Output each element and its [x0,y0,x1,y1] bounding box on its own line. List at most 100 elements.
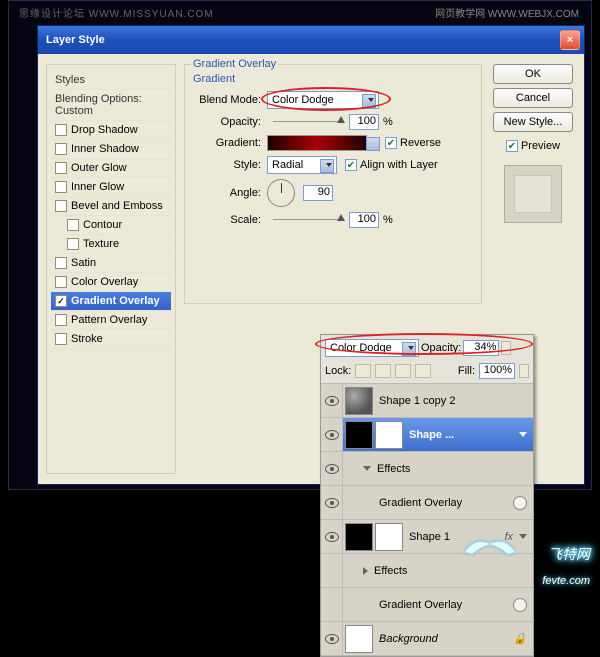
layer-thumb[interactable] [345,625,373,653]
layer-effect-item[interactable]: Gradient Overlay [321,486,533,520]
cancel-button[interactable]: Cancel [493,88,573,108]
checkbox-icon[interactable] [55,181,67,193]
lock-all-icon[interactable] [415,364,431,378]
eye-icon[interactable] [325,634,339,644]
checkbox-icon[interactable] [67,219,79,231]
gradient-sublabel: Gradient [193,73,477,85]
blend-mode-select[interactable]: Color Dodge [267,91,379,109]
checkbox-icon[interactable] [55,333,67,345]
preview-label: Preview [521,140,560,152]
layer-opacity-value[interactable]: 34% [463,340,499,356]
layer-effect-item[interactable]: Gradient Overlay [321,588,533,622]
close-icon[interactable]: × [560,30,580,50]
style-inner-shadow[interactable]: Inner Shadow [51,140,171,159]
checkbox-icon[interactable] [55,124,67,136]
style-inner-glow[interactable]: Inner Glow [51,178,171,197]
style-satin[interactable]: Satin [51,254,171,273]
style-stroke[interactable]: Stroke [51,330,171,349]
lock-position-icon[interactable] [395,364,411,378]
gradient-label: Gradient: [189,137,261,149]
fx-toggle-icon[interactable] [519,534,527,539]
angle-value[interactable]: 90 [303,185,333,201]
checkbox-icon[interactable] [55,200,67,212]
lock-transparency-icon[interactable] [355,364,371,378]
style-drop-shadow[interactable]: Drop Shadow [51,121,171,140]
lock-label: Lock: [325,365,351,377]
align-label: Align with Layer [360,159,438,171]
opacity-flyout-icon[interactable] [501,341,511,355]
eye-icon[interactable] [325,396,339,406]
checkbox-icon[interactable] [55,276,67,288]
styles-header[interactable]: Styles [51,71,171,90]
layer-thumb[interactable] [345,387,373,415]
layer-effects-row[interactable]: Effects [321,452,533,486]
layer-thumb[interactable] [345,421,373,449]
gradient-swatch[interactable] [267,135,367,151]
layers-panel: Color Dodge Opacity: 34% Lock: Fill: 100… [320,334,534,657]
dialog-titlebar[interactable]: Layer Style × [38,26,584,54]
fill-label: Fill: [458,365,475,377]
fill-flyout-icon[interactable] [519,364,529,378]
eye-icon[interactable] [325,498,339,508]
style-color-overlay[interactable]: Color Overlay [51,273,171,292]
reverse-checkbox[interactable]: ✔ [385,137,397,149]
checkbox-icon[interactable] [55,162,67,174]
layer-blend-mode-select[interactable]: Color Dodge [325,339,419,357]
percent-label: % [383,214,393,226]
layer-row[interactable]: Shape 1 copy 2 [321,384,533,418]
scale-label: Scale: [189,214,261,226]
checkbox-icon[interactable] [55,257,67,269]
fill-value[interactable]: 100% [479,363,515,379]
chevron-down-icon[interactable] [363,466,371,471]
lock-icon: 🔒 [513,632,527,645]
styles-fieldset: Styles Blending Options: Custom Drop Sha… [46,64,176,474]
opacity-slider[interactable] [273,118,343,126]
style-texture[interactable]: Texture [51,235,171,254]
eye-icon[interactable] [325,464,339,474]
style-outer-glow[interactable]: Outer Glow [51,159,171,178]
watermark-top-left: 思缘设计论坛 WWW.MISSYUAN.COM [19,5,214,20]
layer-row-background[interactable]: Background🔒 [321,622,533,656]
layer-list: Shape 1 copy 2 Shape ... Effects Gradien… [321,384,533,656]
dialog-title: Layer Style [46,34,105,46]
opacity-value[interactable]: 100 [349,114,379,130]
style-select[interactable]: Radial [267,156,337,174]
style-pattern-overlay[interactable]: Pattern Overlay [51,311,171,330]
lock-pixels-icon[interactable] [375,364,391,378]
checkbox-icon[interactable]: ✓ [55,295,67,307]
blending-options-item[interactable]: Blending Options: Custom [51,90,171,121]
preview-swatch [504,165,562,223]
scale-slider[interactable] [273,216,343,224]
fx-toggle-icon[interactable] [519,432,527,437]
reverse-label: Reverse [400,137,441,149]
mask-thumb[interactable] [375,421,403,449]
blend-mode-label: Blend Mode: [189,94,261,106]
new-style-button[interactable]: New Style... [493,112,573,132]
scale-value[interactable]: 100 [349,212,379,228]
mask-thumb[interactable] [375,523,403,551]
checkbox-icon[interactable] [67,238,79,250]
angle-label: Angle: [189,187,261,199]
watermark-top-right: 网页教学网 WWW.WEBJX.COM [435,5,579,20]
wings-icon [460,532,520,562]
styles-list: Styles Blending Options: Custom Drop Sha… [51,71,171,349]
checkbox-icon[interactable] [55,314,67,326]
layer-row-selected[interactable]: Shape ... [321,418,533,452]
fx-settings-icon[interactable] [513,496,527,510]
style-gradient-overlay[interactable]: ✓Gradient Overlay [51,292,171,311]
chevron-right-icon[interactable] [363,567,368,575]
style-bevel-emboss[interactable]: Bevel and Emboss [51,197,171,216]
gradient-overlay-fieldset: Gradient Overlay Gradient Blend Mode: Co… [184,64,482,304]
eye-icon[interactable] [325,430,339,440]
ok-button[interactable]: OK [493,64,573,84]
layer-thumb[interactable] [345,523,373,551]
align-checkbox[interactable]: ✔ [345,159,357,171]
eye-icon[interactable] [325,532,339,542]
style-contour[interactable]: Contour [51,216,171,235]
section-title: Gradient Overlay [191,58,278,70]
checkbox-icon[interactable] [55,143,67,155]
angle-dial[interactable] [267,179,295,207]
layer-opacity-label: Opacity: [421,342,461,354]
preview-checkbox[interactable]: ✔ [506,140,518,152]
opacity-label: Opacity: [189,116,261,128]
